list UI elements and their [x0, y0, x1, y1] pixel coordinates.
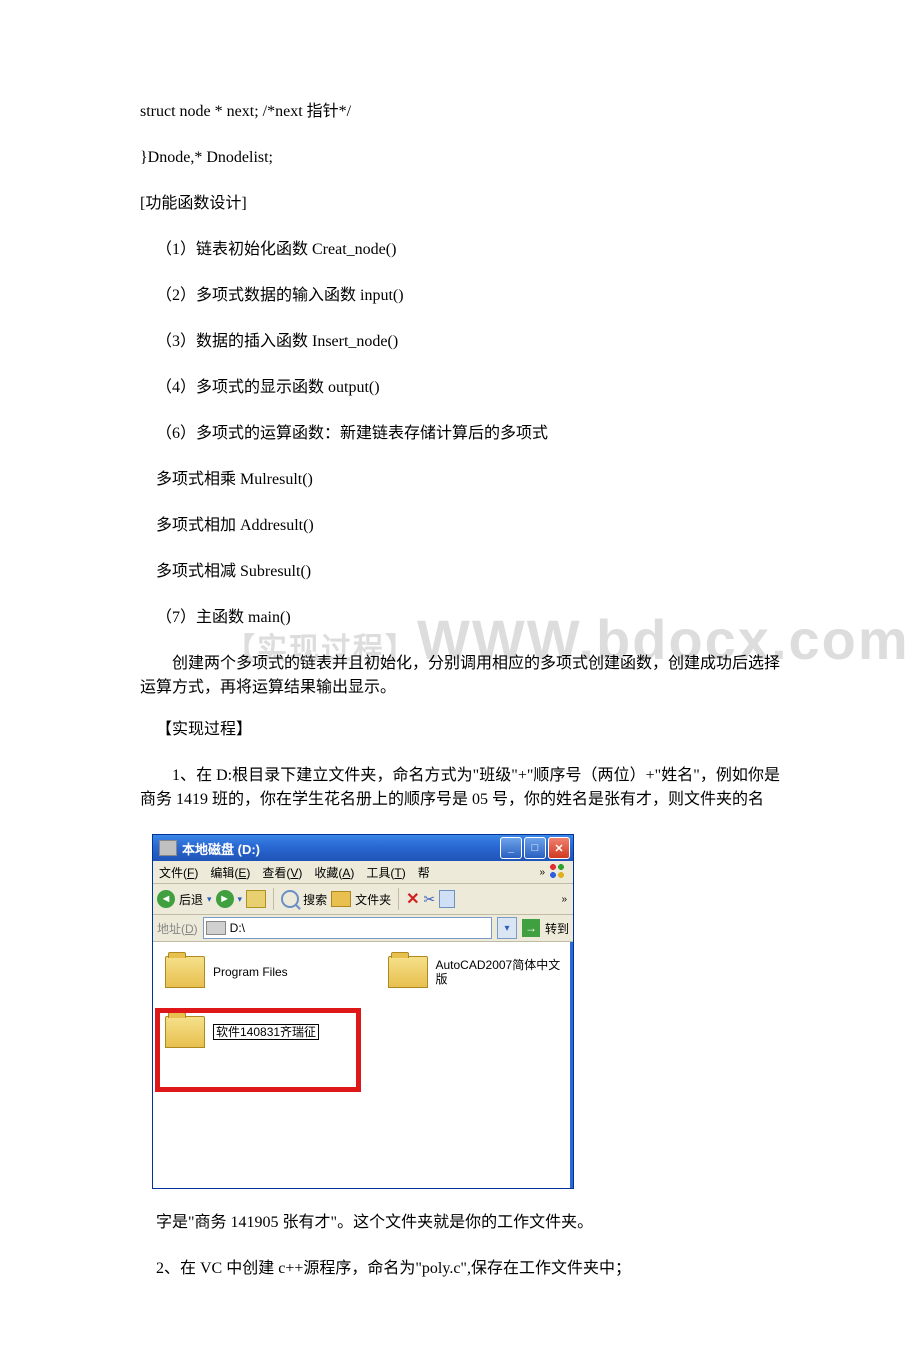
toolbar-separator [398, 888, 399, 910]
body-text: 多项式相减 Subresult() [140, 560, 780, 584]
forward-dropdown-icon[interactable]: ▾ [238, 894, 243, 905]
search-icon[interactable] [281, 890, 299, 908]
maximize-button[interactable]: □ [524, 837, 546, 859]
up-folder-icon[interactable] [246, 890, 266, 908]
menu-tools[interactable]: 工具(T) [366, 864, 405, 881]
folder-icon [165, 956, 205, 988]
body-paragraph: 1、在 D:根目录下建立文件夹，命名方式为"班级"+"顺序号（两位）+"姓名"，… [140, 764, 780, 812]
list-item: （4）多项式的显示函数 output() [140, 376, 780, 400]
back-button[interactable]: 后退 [179, 891, 203, 908]
cut-icon[interactable]: ✂ [424, 891, 436, 908]
toolbar-overflow-icon[interactable]: » [561, 894, 567, 905]
menubar: 文件(F) 编辑(E) 查看(V) 收藏(A) 工具(T) 帮 » [153, 861, 573, 884]
delete-icon[interactable]: ✕ [406, 889, 419, 909]
section-heading: [功能函数设计] [140, 192, 780, 216]
body-paragraph: 创建两个多项式的链表并且初始化，分别调用相应的多项式创建函数，创建成功后选择运算… [140, 652, 780, 700]
toolbar: ◄ 后退 ▾ ► ▾ 搜索 文件夹 ✕ ✂ » [153, 884, 573, 915]
code-line: struct node * next; /*next 指针*/ [140, 100, 780, 124]
address-bar: 地址(D) D:\ ▾ → 转到 [153, 915, 573, 942]
list-item: （7）主函数 main() [140, 606, 780, 630]
close-button[interactable]: ✕ [548, 837, 570, 859]
menu-overflow-icon[interactable]: » [539, 867, 545, 878]
window-title: 本地磁盘 (D:) [182, 839, 498, 858]
drive-icon [159, 840, 177, 856]
back-icon[interactable]: ◄ [157, 890, 175, 908]
menu-view[interactable]: 查看(V) [262, 864, 302, 881]
menu-file[interactable]: 文件(F) [159, 864, 198, 881]
go-button[interactable]: 转到 [545, 920, 569, 937]
folder-label: AutoCAD2007简体中文版 [436, 958, 571, 987]
menu-favorites[interactable]: 收藏(A) [314, 864, 354, 881]
toolbar-separator [273, 888, 274, 910]
address-path: D:\ [230, 921, 245, 935]
folder-icon [388, 956, 428, 988]
forward-icon[interactable]: ► [216, 890, 234, 908]
list-item: （3）数据的插入函数 Insert_node() [140, 330, 780, 354]
list-item: （6）多项式的运算函数：新建链表存储计算后的多项式 [140, 422, 780, 446]
address-field[interactable]: D:\ [203, 917, 492, 939]
section-heading: 【实现过程】 [140, 718, 780, 742]
minimize-button[interactable]: _ [500, 837, 522, 859]
folder-item[interactable]: Program Files [165, 956, 348, 988]
body-text: 2、在 VC 中创建 c++源程序，命名为"poly.c",保存在工作文件夹中； [140, 1257, 780, 1281]
body-text: 字是"商务 141905 张有才"。这个文件夹就是你的工作文件夹。 [140, 1211, 780, 1235]
folder-item[interactable]: AutoCAD2007简体中文版 [388, 956, 571, 988]
list-item: （1）链表初始化函数 Creat_node() [140, 238, 780, 262]
drive-icon [206, 921, 226, 935]
go-icon[interactable]: → [522, 919, 540, 937]
menu-edit[interactable]: 编辑(E) [210, 864, 250, 881]
address-label: 地址(D) [157, 920, 198, 937]
explorer-window: 本地磁盘 (D:) _ □ ✕ 文件(F) 编辑(E) 查看(V) 收藏(A) … [152, 834, 574, 1189]
highlight-annotation [155, 1008, 361, 1092]
folders-icon[interactable] [331, 891, 351, 907]
code-line: }Dnode,* Dnodelist; [140, 146, 780, 170]
folder-label: Program Files [213, 965, 288, 979]
search-button[interactable]: 搜索 [303, 891, 327, 908]
folders-button[interactable]: 文件夹 [355, 891, 391, 908]
list-item: （2）多项式数据的输入函数 input() [140, 284, 780, 308]
back-dropdown-icon[interactable]: ▾ [207, 894, 212, 905]
copy-icon[interactable] [439, 890, 455, 908]
window-titlebar[interactable]: 本地磁盘 (D:) _ □ ✕ [153, 835, 573, 861]
file-pane[interactable]: Program Files AutoCAD2007简体中文版 软件140831齐… [153, 942, 573, 1188]
body-text: 多项式相乘 Mulresult() [140, 468, 780, 492]
windows-logo-icon [549, 863, 569, 881]
body-text: 多项式相加 Addresult() [140, 514, 780, 538]
address-dropdown-icon[interactable]: ▾ [497, 917, 517, 939]
menu-help[interactable]: 帮 [418, 864, 430, 881]
